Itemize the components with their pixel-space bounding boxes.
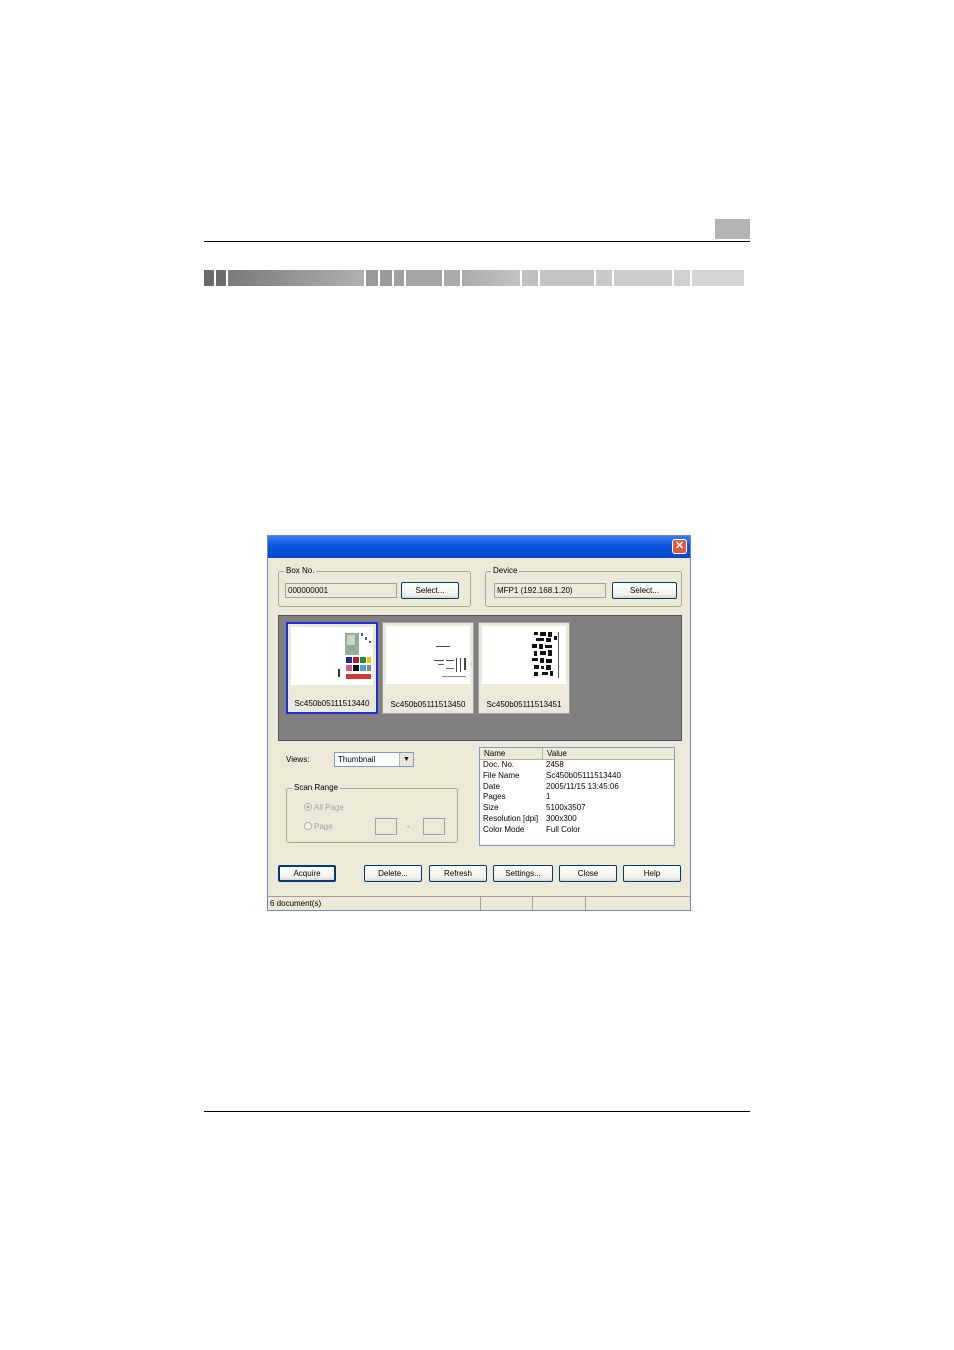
status-pane xyxy=(533,897,586,910)
views-value: Thumbnail xyxy=(338,755,376,764)
table-row: Resolution [dpi] 300x300 xyxy=(480,814,674,825)
table-row: Color Mode Full Color xyxy=(480,825,674,836)
radio-selected-icon xyxy=(304,803,312,811)
property-value: 5100x3507 xyxy=(546,803,586,813)
property-name: Doc. No. xyxy=(483,760,515,769)
section-divider-bar xyxy=(204,270,750,286)
property-value: 1 xyxy=(546,792,551,802)
thumbnail-item[interactable]: Sc450b05111513440 xyxy=(286,622,378,714)
properties-list[interactable]: Name Value Doc. No. 2458 File Name Sc450b0… xyxy=(479,747,675,846)
property-value: 300x300 xyxy=(546,813,577,823)
views-label: Views: xyxy=(286,755,310,764)
property-name: Date xyxy=(483,781,500,791)
page-label: Page xyxy=(314,822,333,831)
scan-range-group: Scan Range All Page Page - xyxy=(286,783,458,843)
chapter-tab xyxy=(715,219,750,239)
radio-unselected-icon xyxy=(304,822,312,830)
help-button[interactable]: Help xyxy=(623,865,681,882)
thumbnail-caption: Sc450b05111513450 xyxy=(390,700,466,709)
all-page-radio[interactable]: All Page xyxy=(304,803,344,812)
table-row: Doc. No. 2458 xyxy=(480,760,674,771)
thumbnail-item[interactable]: Sc450b05111513450 xyxy=(382,622,474,714)
box-scan-dialog: ✕ Box No. 000000001 Select... Device MFP… xyxy=(267,535,691,911)
property-value: 2005/11/15 13:45:06 xyxy=(546,781,619,791)
property-name: Color Mode xyxy=(483,824,525,834)
box-no-group: Box No. 000000001 Select... xyxy=(278,566,471,607)
device-group: Device MFP1 (192.168.1.20) Select... xyxy=(485,566,682,607)
box-select-button[interactable]: Select... xyxy=(401,582,459,599)
property-value: 2458 xyxy=(546,760,564,769)
window-close-button[interactable]: ✕ xyxy=(672,539,687,554)
property-value: Sc450b05111513440 xyxy=(546,770,621,780)
device-label: Device xyxy=(491,566,520,575)
title-bar: ✕ xyxy=(268,536,690,558)
device-field: MFP1 (192.168.1.20) xyxy=(494,583,606,598)
page-from-field xyxy=(375,818,397,835)
property-value: Full Color xyxy=(546,824,581,834)
thumbnail-caption: Sc450b05111513451 xyxy=(486,700,562,709)
status-pane xyxy=(481,897,533,910)
dropdown-arrow-icon[interactable]: ▼ xyxy=(399,753,413,766)
header-rule xyxy=(204,241,750,242)
properties-header: Name Value xyxy=(480,748,674,760)
scan-range-label: Scan Range xyxy=(292,783,341,792)
column-header-value[interactable]: Value xyxy=(543,748,567,759)
property-name: Pages xyxy=(483,792,506,802)
acquire-button[interactable]: Acquire xyxy=(278,865,336,882)
property-name: File Name xyxy=(483,770,520,780)
footer-rule xyxy=(204,1111,750,1112)
range-dash: - xyxy=(407,822,410,831)
close-button[interactable]: Close xyxy=(559,865,617,882)
refresh-button[interactable]: Refresh xyxy=(429,865,487,882)
status-bar: 6 document(s) xyxy=(268,896,690,910)
document-preview-image xyxy=(482,626,566,684)
status-text: 6 document(s) xyxy=(268,897,481,910)
column-header-name[interactable]: Name xyxy=(480,748,543,759)
delete-button[interactable]: Delete... xyxy=(364,865,422,882)
page-to-field xyxy=(423,818,445,835)
device-select-button[interactable]: Select... xyxy=(612,582,677,599)
page-radio[interactable]: Page xyxy=(304,822,333,831)
box-no-field: 000000001 xyxy=(285,583,397,598)
thumbnail-area[interactable]: Sc450b05111513440 Sc450b05111513450 Sc45… xyxy=(278,615,682,741)
table-row: Pages 1 xyxy=(480,792,674,803)
box-no-label: Box No. xyxy=(284,566,317,575)
all-page-label: All Page xyxy=(314,803,344,812)
thumbnail-item[interactable]: Sc450b05111513451 xyxy=(478,622,570,714)
document-preview-image xyxy=(386,626,470,684)
views-select[interactable]: Thumbnail ▼ xyxy=(334,752,414,767)
property-name: Resolution [dpi] xyxy=(483,813,539,823)
table-row: File Name Sc450b05111513440 xyxy=(480,771,674,782)
property-name: Size xyxy=(483,803,499,813)
close-icon: ✕ xyxy=(674,540,685,552)
settings-button[interactable]: Settings... xyxy=(493,865,553,882)
document-preview-image xyxy=(291,627,373,685)
status-pane xyxy=(586,897,690,910)
table-row: Date 2005/11/15 13:45:06 xyxy=(480,782,674,793)
table-row: Size 5100x3507 xyxy=(480,803,674,814)
thumbnail-caption: Sc450b05111513440 xyxy=(294,699,370,708)
